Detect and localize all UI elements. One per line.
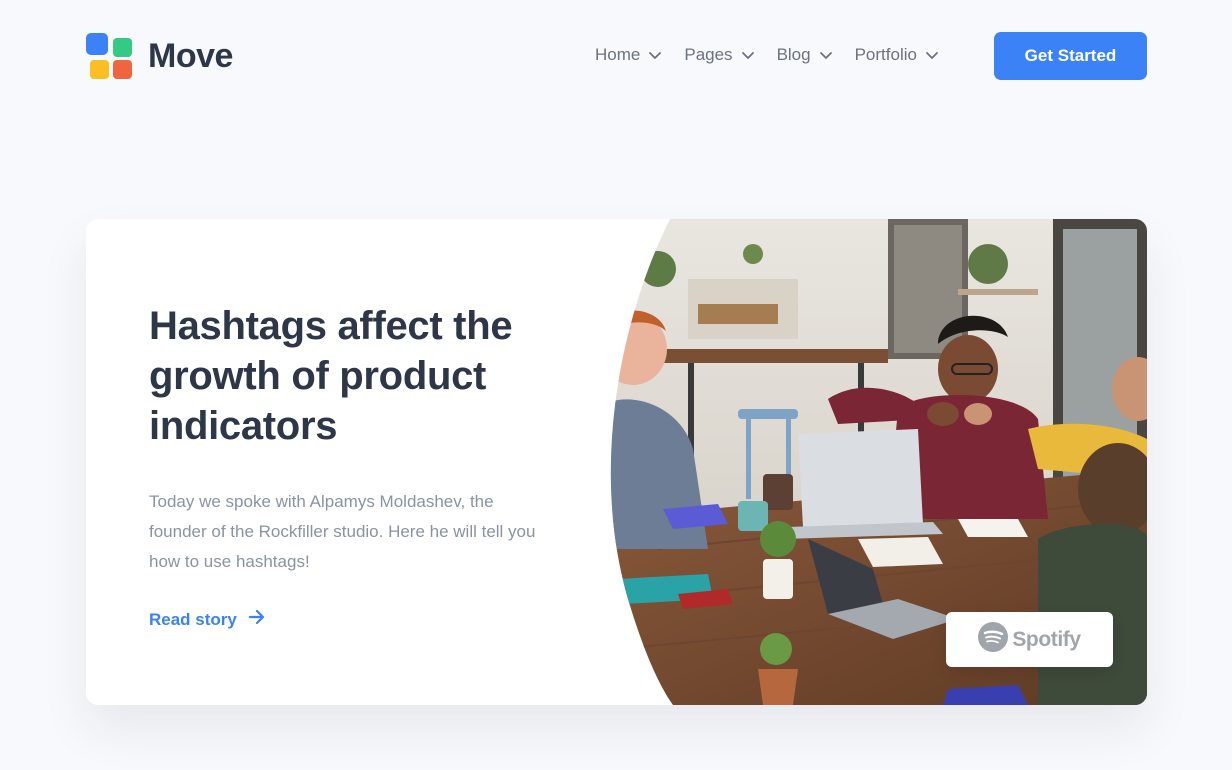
logo-icon <box>86 33 132 79</box>
read-story-link[interactable]: Read story <box>149 607 267 632</box>
nav-item-pages[interactable]: Pages <box>684 45 754 65</box>
site-header: Move Home Pages Blog Portfolio Get Start… <box>0 0 1232 110</box>
nav-item-label: Portfolio <box>854 45 917 64</box>
chevron-down-icon <box>741 48 755 62</box>
brand-name: Move <box>148 36 233 75</box>
spotify-badge: Spotify <box>946 612 1113 667</box>
nav-item-portfolio[interactable]: Portfolio <box>855 45 939 65</box>
logo-square-green <box>113 38 132 57</box>
main-nav: Home Pages Blog Portfolio <box>595 40 961 70</box>
spotify-icon <box>978 622 1009 657</box>
logo-square-red <box>113 60 132 79</box>
get-started-button[interactable]: Get Started <box>994 32 1147 80</box>
logo-square-blue <box>86 33 108 55</box>
arrow-right-icon <box>247 607 267 632</box>
chevron-down-icon <box>819 48 833 62</box>
chevron-down-icon <box>925 48 939 62</box>
chevron-down-icon <box>648 48 662 62</box>
spotify-label: Spotify <box>1012 627 1081 651</box>
brand-logo-link[interactable]: Move <box>86 32 233 80</box>
nav-item-label: Home <box>595 45 641 64</box>
hero-headline: Hashtags affect the growth of product in… <box>149 304 513 448</box>
nav-item-blog[interactable]: Blog <box>777 45 833 65</box>
logo-square-yellow <box>90 60 109 79</box>
hero-description: Today we spoke with Alpamys Moldashev, t… <box>149 492 536 571</box>
nav-item-home[interactable]: Home <box>595 45 662 65</box>
nav-item-label: Pages <box>684 45 733 64</box>
nav-item-label: Blog <box>776 45 811 64</box>
hero-text: Hashtags affect the growth of product in… <box>149 301 569 632</box>
hero-card: Hashtags affect the growth of product in… <box>86 219 1147 705</box>
read-story-label: Read story <box>149 609 237 629</box>
